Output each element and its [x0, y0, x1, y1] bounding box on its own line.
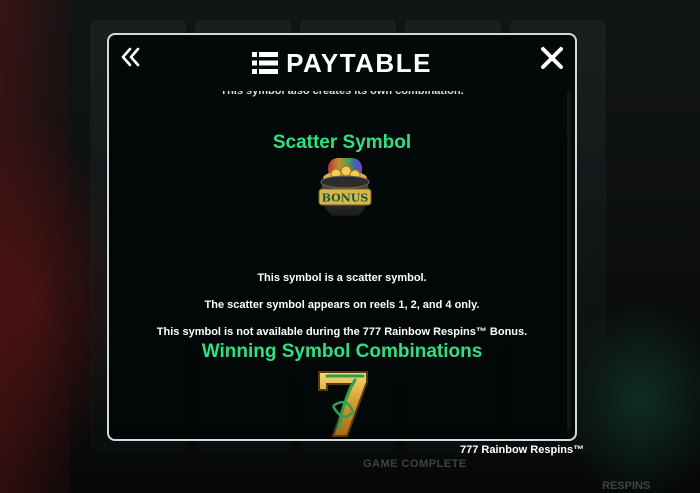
scatter-line-1: This symbol is a scatter symbol.: [257, 272, 427, 284]
bonus-symbol-label: BONUS: [322, 192, 369, 205]
paytable-modal: PAYTABLE This symbol also creates its ow…: [107, 33, 577, 441]
bonus-pot-symbol: BONUS: [318, 158, 372, 217]
list-menu-icon: [252, 52, 279, 74]
winning-combinations-heading: Winning Symbol Combinations: [201, 341, 483, 362]
game-status-text: GAME COMPLETE: [363, 458, 467, 470]
scatter-line-2: The scatter symbol appears on reels 1, 2…: [204, 299, 480, 311]
close-icon: [541, 47, 563, 69]
partially-hidden-text: This symbol also creates its own combina…: [220, 87, 464, 97]
respins-counter-label: RESPINS: [602, 480, 651, 492]
left-frame-decoration: [0, 0, 70, 493]
close-button[interactable]: [539, 45, 565, 71]
seven-symbol: [318, 371, 368, 437]
paytable-scroll-content[interactable]: This symbol also creates its own combina…: [109, 87, 575, 439]
scatter-symbol-heading: Scatter Symbol: [272, 132, 412, 153]
page-title: PAYTABLE: [286, 48, 432, 78]
scatter-line-3: This symbol is not available during the …: [156, 326, 528, 338]
scrollbar[interactable]: [567, 91, 571, 431]
modal-header: PAYTABLE: [109, 49, 575, 77]
game-title-label: 777 Rainbow Respins™: [460, 444, 585, 456]
